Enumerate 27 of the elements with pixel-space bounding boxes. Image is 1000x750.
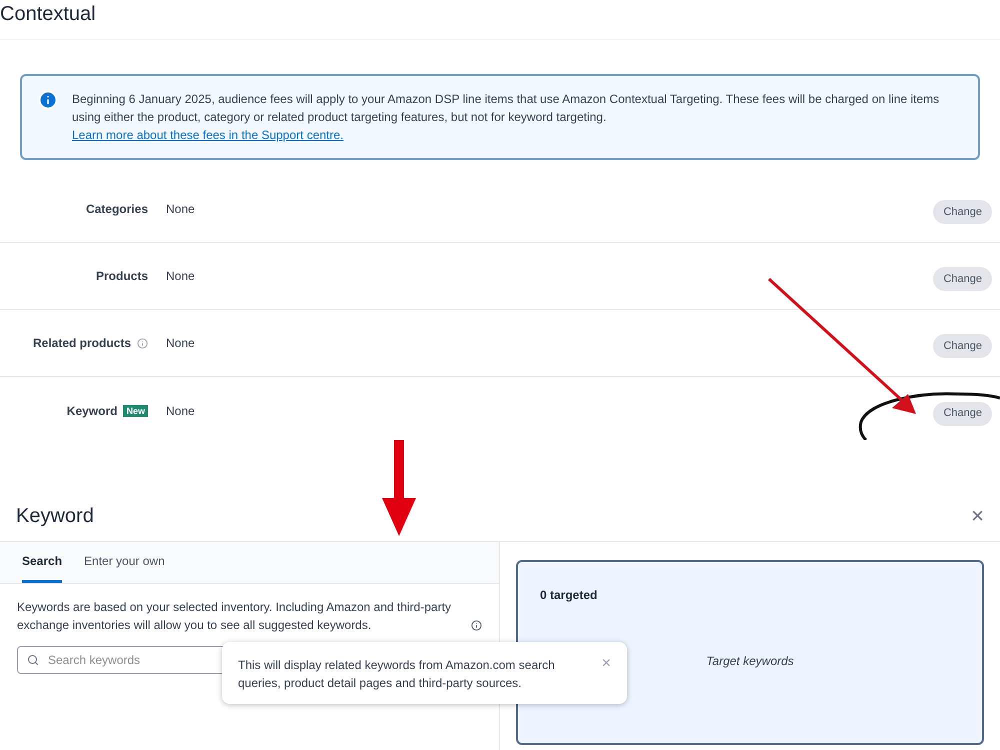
row-value: None: [166, 335, 196, 352]
change-button[interactable]: Change: [933, 402, 992, 426]
change-button[interactable]: Change: [933, 200, 992, 224]
info-icon: [38, 90, 58, 110]
tab[interactable]: Enter your own: [84, 542, 165, 583]
page-title: Contextual: [0, 2, 96, 26]
search-icon: [27, 654, 39, 666]
notice-text: Beginning 6 January 2025, audience fees will apply to your Amazon DSP line items that use Amazon Contextual Targeting. These fees will be charged on line items using either the product, category or related product targeting features, but not for keyword targeting.: [72, 91, 940, 126]
change-button[interactable]: Change: [933, 267, 992, 291]
description-text: Keywords are based on your selected inventory. Including Amazon and third-party exchange inventories will allow you to see all suggested keywords.: [17, 599, 452, 634]
info-icon: [137, 338, 148, 348]
row-value: None: [166, 201, 196, 218]
row-label: Products: [96, 268, 148, 285]
panel-title: Keyword: [16, 504, 94, 528]
close-button[interactable]: ×: [971, 504, 984, 526]
row-label: Keyword: [66, 402, 118, 420]
support-link[interactable]: Learn more about these fees in the Support centre.: [72, 126, 344, 144]
new-badge: New: [123, 404, 148, 416]
row-label: Related products: [32, 335, 131, 352]
info-icon: [471, 620, 482, 631]
row-value: None: [166, 402, 196, 420]
tab[interactable]: Search: [22, 542, 62, 583]
change-button[interactable]: Change: [933, 334, 992, 358]
row-label: Categories: [86, 201, 148, 218]
targeted-count: 0 targeted: [540, 587, 598, 604]
empty-state-text: Target keywords: [706, 653, 794, 670]
row-value: None: [166, 268, 196, 285]
